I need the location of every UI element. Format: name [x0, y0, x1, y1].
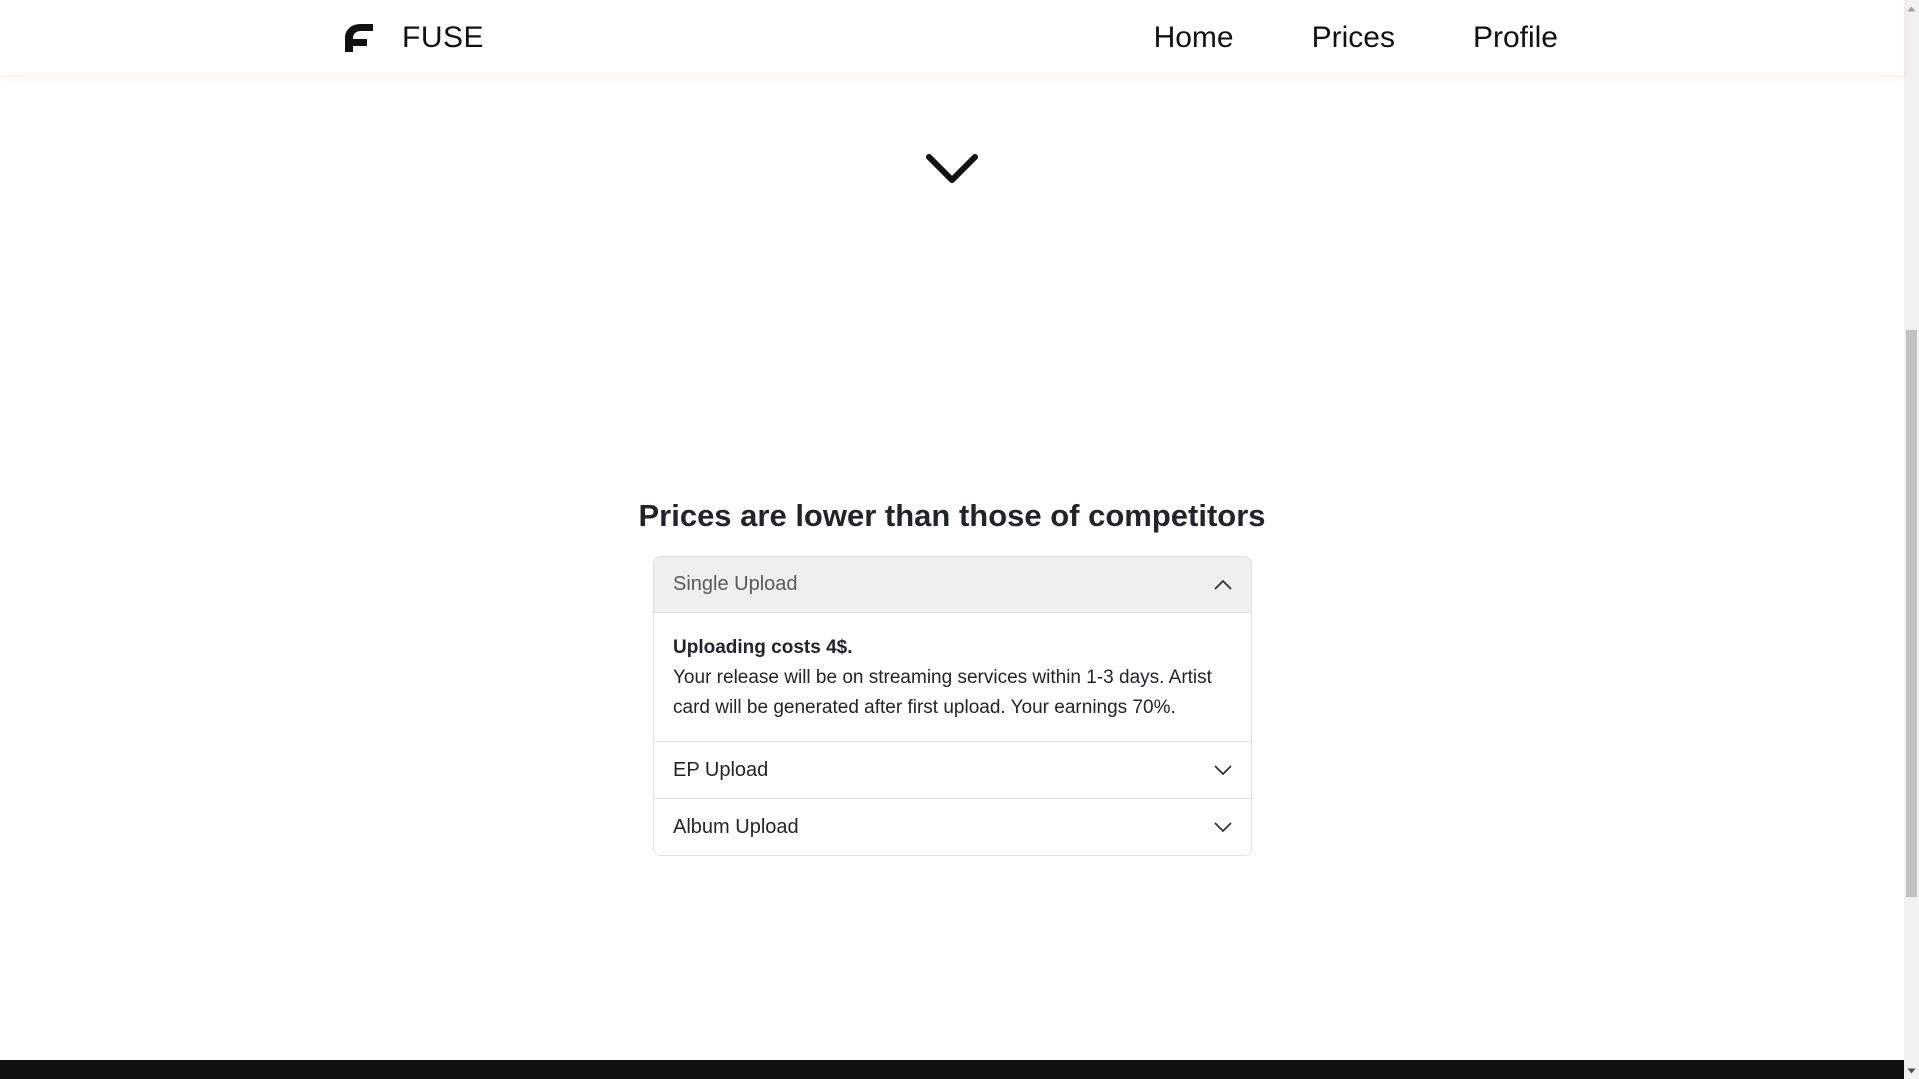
nav-profile-link[interactable]: Profile	[1473, 21, 1558, 55]
accordion-label: EP Upload	[673, 758, 769, 781]
accordion-label: Album Upload	[673, 815, 799, 838]
accordion-header-album-upload[interactable]: Album Upload	[654, 799, 1251, 855]
accordion-body-single-upload: Uploading costs 4$. Your release will be…	[654, 613, 1251, 741]
accordion-item-single: Single Upload Uploading costs 4$. Your r…	[654, 557, 1251, 741]
fuse-logo-icon	[345, 24, 373, 52]
scroll-down-arrow-icon[interactable]	[1904, 1062, 1919, 1079]
navbar: FUSE Home Prices Profile	[0, 0, 1904, 75]
prices-heading: Prices are lower than those of competito…	[638, 498, 1266, 533]
scroll-down-chevron-icon[interactable]	[925, 152, 979, 186]
accordion-header-single-upload[interactable]: Single Upload	[654, 557, 1251, 613]
footer	[0, 1060, 1904, 1079]
accordion-item-album: Album Upload	[654, 798, 1251, 855]
chevron-down-icon	[1214, 822, 1232, 832]
single-upload-price: Uploading costs 4$.	[673, 637, 853, 658]
accordion-item-ep: EP Upload	[654, 741, 1251, 798]
nav-home-link[interactable]: Home	[1154, 21, 1234, 55]
accordion-header-ep-upload[interactable]: EP Upload	[654, 742, 1251, 798]
main-nav: Home Prices Profile	[1154, 16, 1558, 60]
brand-link[interactable]: FUSE	[343, 16, 484, 60]
chevron-up-icon	[1214, 580, 1232, 590]
scrollbar-thumb[interactable]	[1906, 330, 1917, 897]
brand-name: FUSE	[402, 21, 485, 54]
vertical-scrollbar[interactable]	[1904, 0, 1919, 1079]
prices-accordion: Single Upload Uploading costs 4$. Your r…	[653, 556, 1252, 856]
chevron-down-icon	[1214, 765, 1232, 775]
accordion-label: Single Upload	[673, 573, 798, 595]
page: FUSE Home Prices Profile Prices are lowe…	[0, 0, 1919, 1079]
nav-prices-link[interactable]: Prices	[1312, 21, 1395, 55]
scroll-up-arrow-icon[interactable]	[1904, 0, 1919, 17]
single-upload-description: Your release will be on streaming servic…	[673, 667, 1212, 718]
